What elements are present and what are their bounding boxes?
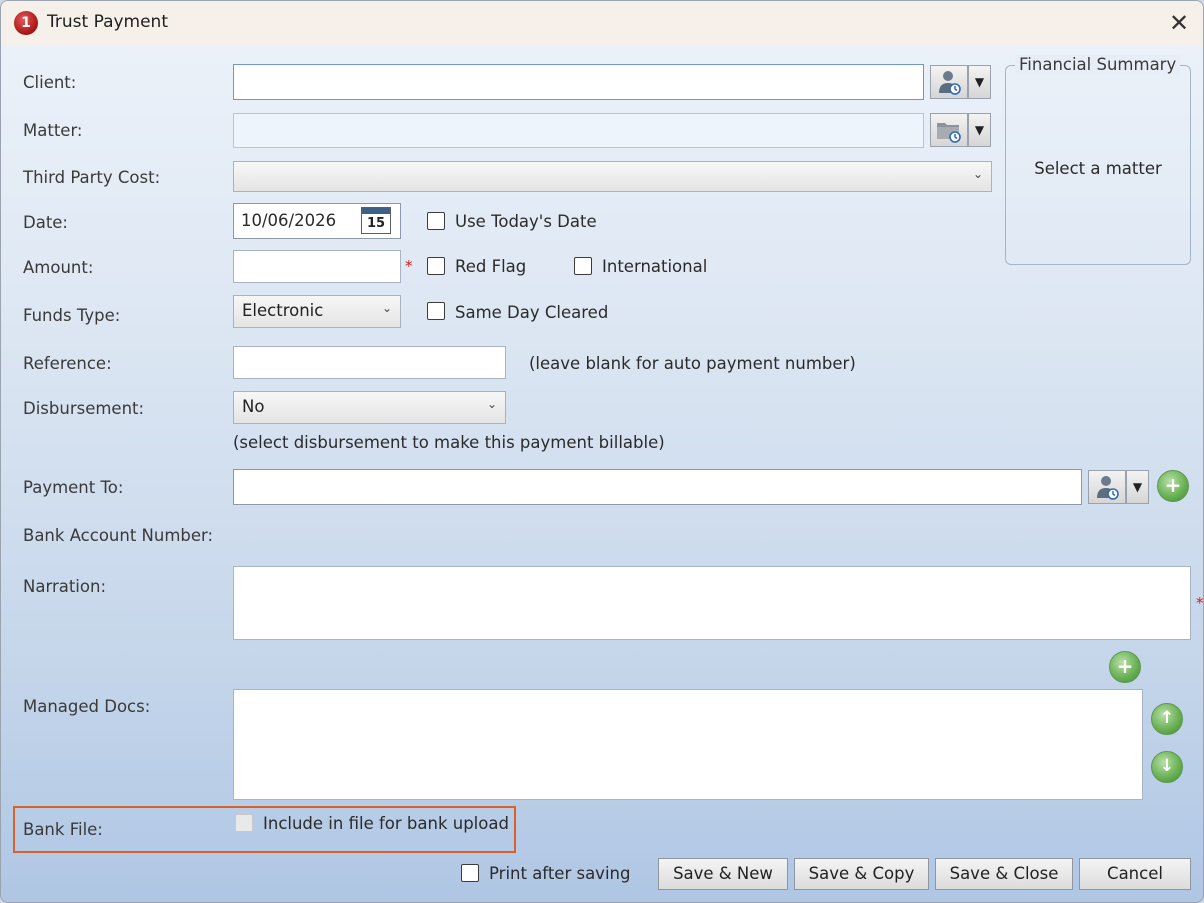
add-document-icon[interactable]: + — [1109, 651, 1141, 683]
print-after-saving-checkbox[interactable] — [461, 864, 479, 882]
managed-docs-list[interactable] — [233, 689, 1143, 800]
trust-payment-dialog: 1 Trust Payment ✕ Client: ▼ Matter: ▼ Th… — [0, 0, 1204, 903]
date-value: 10/06/2026 — [241, 211, 337, 230]
funds-type-label: Funds Type: — [23, 306, 121, 325]
calendar-day: 15 — [366, 216, 386, 231]
payment-to-dropdown-button[interactable]: ▼ — [1126, 470, 1149, 504]
payment-to-input[interactable] — [233, 469, 1082, 505]
bank-account-number-label: Bank Account Number: — [23, 526, 214, 545]
third-party-cost-label: Third Party Cost: — [23, 168, 161, 187]
bank-upload-checkbox[interactable] — [235, 814, 253, 832]
amount-label: Amount: — [23, 258, 94, 277]
narration-textarea[interactable] — [233, 566, 1191, 640]
app-logo-icon: 1 — [14, 11, 38, 35]
window-title: Trust Payment — [47, 12, 169, 32]
payment-to-lookup-button[interactable] — [1088, 470, 1126, 504]
payment-to-label: Payment To: — [23, 478, 124, 497]
financial-summary-message: Select a matter — [1034, 159, 1162, 178]
matter-label: Matter: — [23, 121, 83, 140]
disbursement-select[interactable]: No ⌄ — [233, 391, 506, 424]
narration-required-mark: * — [1196, 594, 1204, 612]
reference-input[interactable] — [233, 346, 506, 379]
person-search-icon — [939, 71, 961, 95]
same-day-cleared-checkbox[interactable] — [427, 302, 445, 320]
third-party-cost-select[interactable]: ⌄ — [233, 161, 992, 192]
same-day-cleared-label: Same Day Cleared — [455, 303, 609, 322]
client-dropdown-button[interactable]: ▼ — [968, 65, 991, 99]
client-lookup-button[interactable] — [930, 65, 968, 99]
save-copy-button[interactable]: Save & Copy — [794, 858, 929, 890]
bank-file-label: Bank File: — [23, 820, 103, 839]
financial-summary-title: Financial Summary — [1015, 55, 1181, 74]
disbursement-label: Disbursement: — [23, 399, 145, 418]
save-close-button[interactable]: Save & Close — [935, 858, 1073, 890]
international-label: International — [602, 257, 708, 276]
print-after-saving-label: Print after saving — [489, 864, 631, 883]
use-today-label: Use Today's Date — [455, 212, 597, 231]
reference-label: Reference: — [23, 354, 112, 373]
client-label: Client: — [23, 73, 77, 92]
reference-hint: (leave blank for auto payment number) — [529, 354, 856, 373]
move-up-icon[interactable]: ↑ — [1151, 703, 1183, 735]
matter-lookup-button[interactable] — [930, 113, 968, 147]
person-search-icon — [1097, 476, 1119, 500]
move-down-icon[interactable]: ↓ — [1151, 751, 1183, 783]
bank-upload-label: Include in file for bank upload — [263, 814, 509, 833]
disbursement-value: No — [242, 397, 265, 416]
cancel-button[interactable]: Cancel — [1079, 858, 1191, 890]
disbursement-hint: (select disbursement to make this paymen… — [233, 433, 665, 452]
add-payee-icon[interactable]: + — [1157, 470, 1189, 502]
international-checkbox[interactable] — [574, 257, 592, 275]
amount-required-mark: * — [405, 257, 413, 275]
narration-label: Narration: — [23, 577, 107, 596]
folder-search-icon — [937, 123, 961, 143]
chevron-down-icon: ⌄ — [972, 167, 983, 181]
chevron-down-icon: ⌄ — [381, 301, 392, 315]
use-today-checkbox[interactable] — [427, 212, 445, 230]
red-flag-label: Red Flag — [455, 257, 527, 276]
chevron-down-icon: ⌄ — [486, 397, 497, 411]
managed-docs-label: Managed Docs: — [23, 697, 151, 716]
funds-type-select[interactable]: Electronic ⌄ — [233, 295, 401, 328]
client-input[interactable] — [233, 64, 924, 100]
red-flag-checkbox[interactable] — [427, 257, 445, 275]
date-label: Date: — [23, 213, 68, 232]
calendar-icon[interactable]: 15 — [361, 207, 391, 234]
title-bar: 1 Trust Payment ✕ — [1, 1, 1203, 45]
close-icon[interactable]: ✕ — [1167, 9, 1191, 37]
amount-input[interactable] — [233, 250, 401, 283]
matter-input[interactable] — [233, 113, 924, 148]
funds-type-value: Electronic — [242, 301, 324, 320]
save-new-button[interactable]: Save & New — [658, 858, 788, 890]
matter-dropdown-button[interactable]: ▼ — [968, 113, 991, 147]
